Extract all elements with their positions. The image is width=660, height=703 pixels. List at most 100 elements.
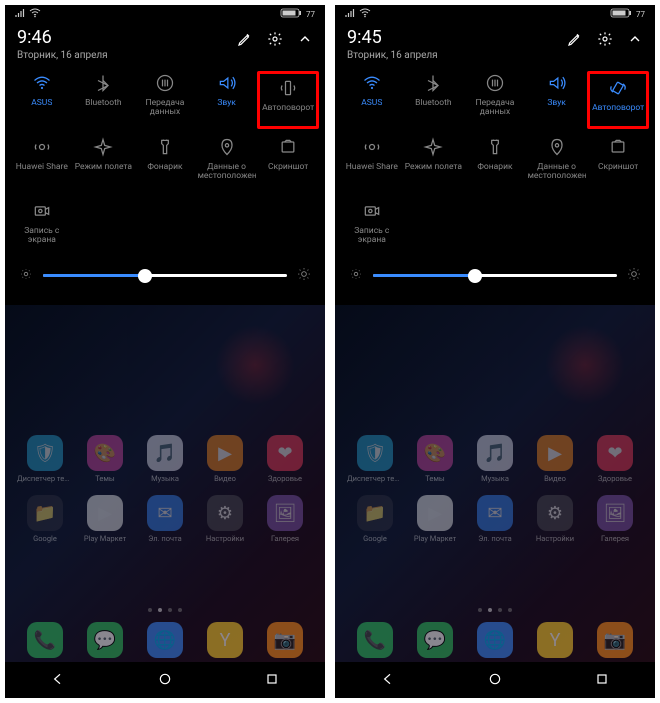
chevron-up-icon[interactable] — [297, 31, 313, 50]
app[interactable]: ⚙Настройки — [195, 495, 255, 543]
nav-back-icon[interactable] — [50, 671, 66, 690]
toggle-huawei-share[interactable]: Huawei Share — [11, 135, 73, 195]
toggle-autorotate[interactable]: Автоповорот — [587, 71, 649, 129]
quick-toggles: ASUS Bluetooth Передача данных Звук Авто… — [5, 61, 325, 259]
autorotate-locked-icon — [276, 76, 300, 100]
header: 9:46 Вторник, 16 апреля — [5, 23, 325, 61]
nav-bar — [5, 662, 325, 698]
brightness-track[interactable] — [373, 274, 617, 277]
dock: 📞 💬 🌐 Y 📷 — [5, 622, 325, 658]
nav-recent-icon[interactable] — [594, 671, 610, 690]
toggle-label: Режим полета — [405, 163, 462, 172]
toggle-location[interactable]: Данные о местоположении — [196, 135, 258, 195]
app[interactable]: 🛡Диспетчер телефона — [345, 435, 405, 483]
toggle-huawei-share[interactable]: Huawei Share — [341, 135, 403, 195]
signal-icon — [345, 8, 355, 21]
nav-back-icon[interactable] — [380, 671, 396, 690]
clock: 9:46 — [17, 27, 108, 48]
brightness-slider[interactable] — [5, 259, 325, 288]
sound-icon — [215, 71, 239, 95]
app[interactable]: ❤Здоровье — [255, 435, 315, 483]
toggle-wifi[interactable]: ASUS — [341, 71, 403, 131]
app[interactable]: ⚙Настройки — [525, 495, 585, 543]
battery-pct: 77 — [636, 10, 645, 19]
toggle-data[interactable]: Передача данных — [464, 71, 526, 131]
toggle-label: Звук — [547, 99, 565, 108]
flashlight-icon — [483, 135, 507, 159]
app[interactable]: ▶Видео — [525, 435, 585, 483]
airplane-icon — [421, 135, 445, 159]
app[interactable]: 📁Google — [15, 495, 75, 543]
sun-low-icon — [349, 267, 363, 284]
dock-app[interactable]: 🌐 — [135, 622, 195, 658]
toggle-location[interactable]: Данные о местоположении — [526, 135, 588, 195]
dock-app[interactable]: 📷 — [255, 622, 315, 658]
date: Вторник, 16 апреля — [347, 50, 438, 61]
toggle-label: Данные о местоположении — [198, 163, 256, 182]
brightness-slider[interactable] — [335, 259, 655, 288]
toggle-bluetooth[interactable]: Bluetooth — [73, 71, 135, 131]
brightness-track[interactable] — [43, 274, 287, 277]
signal-icon — [15, 8, 25, 21]
app[interactable]: ▶Play Маркет — [405, 495, 465, 543]
dock-app[interactable]: 🌐 — [465, 622, 525, 658]
toggle-screen-record[interactable]: Запись с экрана — [341, 199, 403, 259]
app[interactable]: ✉Эл. почта — [135, 495, 195, 543]
chevron-up-icon[interactable] — [627, 31, 643, 50]
app[interactable]: 🎨Темы — [405, 435, 465, 483]
app[interactable]: 🎵Музыка — [465, 435, 525, 483]
app[interactable]: ▶Видео — [195, 435, 255, 483]
battery-icon — [280, 8, 302, 21]
bluetooth-icon — [91, 71, 115, 95]
nav-recent-icon[interactable] — [264, 671, 280, 690]
nav-home-icon[interactable] — [487, 671, 503, 690]
flashlight-icon — [153, 135, 177, 159]
toggle-autorotate[interactable]: Автоповорот — [257, 71, 319, 129]
app[interactable]: 🖼Галерея — [585, 495, 645, 543]
toggle-data[interactable]: Передача данных — [134, 71, 196, 131]
sun-high-icon — [297, 267, 311, 284]
app[interactable]: 🖼Галерея — [255, 495, 315, 543]
app[interactable]: 📁Google — [345, 495, 405, 543]
toggle-sound[interactable]: Звук — [196, 71, 258, 131]
toggle-label: ASUS — [361, 99, 382, 108]
app[interactable]: ❤Здоровье — [585, 435, 645, 483]
app[interactable]: ✉Эл. почта — [465, 495, 525, 543]
edit-icon[interactable] — [237, 31, 253, 50]
app[interactable]: 🛡Диспетчер телефона — [15, 435, 75, 483]
toggle-wifi[interactable]: ASUS — [11, 71, 73, 131]
toggle-flashlight[interactable]: Фонарик — [464, 135, 526, 195]
dock-app[interactable]: 📷 — [585, 622, 645, 658]
toggle-bluetooth[interactable]: Bluetooth — [403, 71, 465, 131]
dock-app[interactable]: 📞 — [345, 622, 405, 658]
gear-icon[interactable] — [267, 31, 283, 50]
battery-icon — [610, 8, 632, 21]
dock-app[interactable]: 💬 — [75, 622, 135, 658]
edit-icon[interactable] — [567, 31, 583, 50]
toggle-airplane[interactable]: Режим полета — [403, 135, 465, 195]
gear-icon[interactable] — [597, 31, 613, 50]
toggle-sound[interactable]: Звук — [526, 71, 588, 131]
app[interactable]: 🎵Музыка — [135, 435, 195, 483]
huawei-share-icon — [30, 135, 54, 159]
toggle-flashlight[interactable]: Фонарик — [134, 135, 196, 195]
toggle-label: Данные о местоположении — [528, 163, 586, 182]
toggle-airplane[interactable]: Режим полета — [73, 135, 135, 195]
app[interactable]: 🎨Темы — [75, 435, 135, 483]
nav-home-icon[interactable] — [157, 671, 173, 690]
toggle-screenshot[interactable]: Скриншот — [587, 135, 649, 195]
home-apps: 🛡Диспетчер телефона 🎨Темы 🎵Музыка ▶Видео… — [335, 435, 655, 543]
huawei-share-icon — [360, 135, 384, 159]
app[interactable]: ▶Play Маркет — [75, 495, 135, 543]
bluetooth-icon — [421, 71, 445, 95]
page-indicator — [5, 608, 325, 612]
sun-high-icon — [627, 267, 641, 284]
dock-app[interactable]: Y — [195, 622, 255, 658]
dock-app[interactable]: 📞 — [15, 622, 75, 658]
dock-app[interactable]: Y — [525, 622, 585, 658]
clock: 9:45 — [347, 27, 438, 48]
page-indicator — [335, 608, 655, 612]
toggle-screen-record[interactable]: Запись с экрана — [11, 199, 73, 259]
toggle-screenshot[interactable]: Скриншот — [257, 135, 319, 195]
dock-app[interactable]: 💬 — [405, 622, 465, 658]
